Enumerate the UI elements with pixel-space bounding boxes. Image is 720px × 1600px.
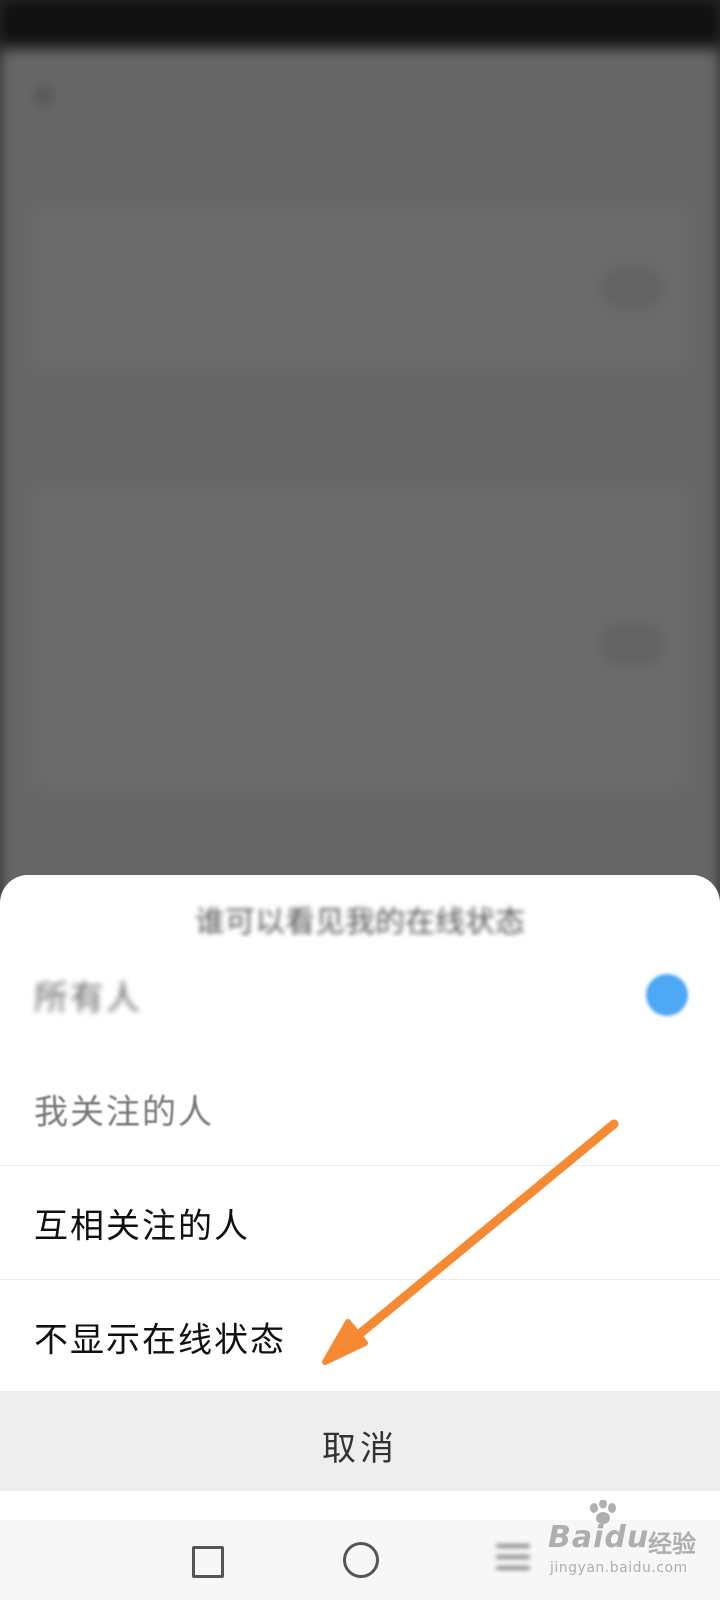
menu-icon[interactable]: [496, 1544, 530, 1576]
option-label: 所有人: [34, 978, 142, 1019]
cancel-label: 取消: [322, 1429, 398, 1469]
baidu-jingyan-watermark: Baidu 经验 jingyan.baidu.com: [548, 1500, 718, 1590]
bottom-sheet: 谁可以看见我的在线状态 所有人 我关注的人 互相关注的人 不显示在线状态 取消: [0, 875, 720, 1525]
option-label: 我关注的人: [34, 1092, 214, 1133]
cancel-button[interactable]: 取消: [0, 1391, 720, 1491]
screen: ‹ 谁可以看见我的在线状态 所有人 我关注的人: [0, 0, 720, 1600]
recents-square-icon[interactable]: [192, 1546, 224, 1578]
option-hide-online-status[interactable]: 不显示在线状态: [0, 1280, 720, 1394]
watermark-url: jingyan.baidu.com: [550, 1560, 688, 1576]
option-label: 互相关注的人: [34, 1206, 250, 1247]
watermark-brand: Baidu: [548, 1520, 650, 1555]
option-label: 不显示在线状态: [34, 1320, 286, 1361]
radio-selected-icon: [646, 974, 688, 1016]
option-following[interactable]: 我关注的人: [0, 1052, 720, 1166]
home-circle-icon[interactable]: [343, 1542, 379, 1578]
option-mutual-follow[interactable]: 互相关注的人: [0, 1166, 720, 1280]
option-everyone[interactable]: 所有人: [0, 938, 720, 1052]
watermark-cn: 经验: [648, 1530, 696, 1558]
sheet-title: 谁可以看见我的在线状态: [195, 905, 525, 940]
